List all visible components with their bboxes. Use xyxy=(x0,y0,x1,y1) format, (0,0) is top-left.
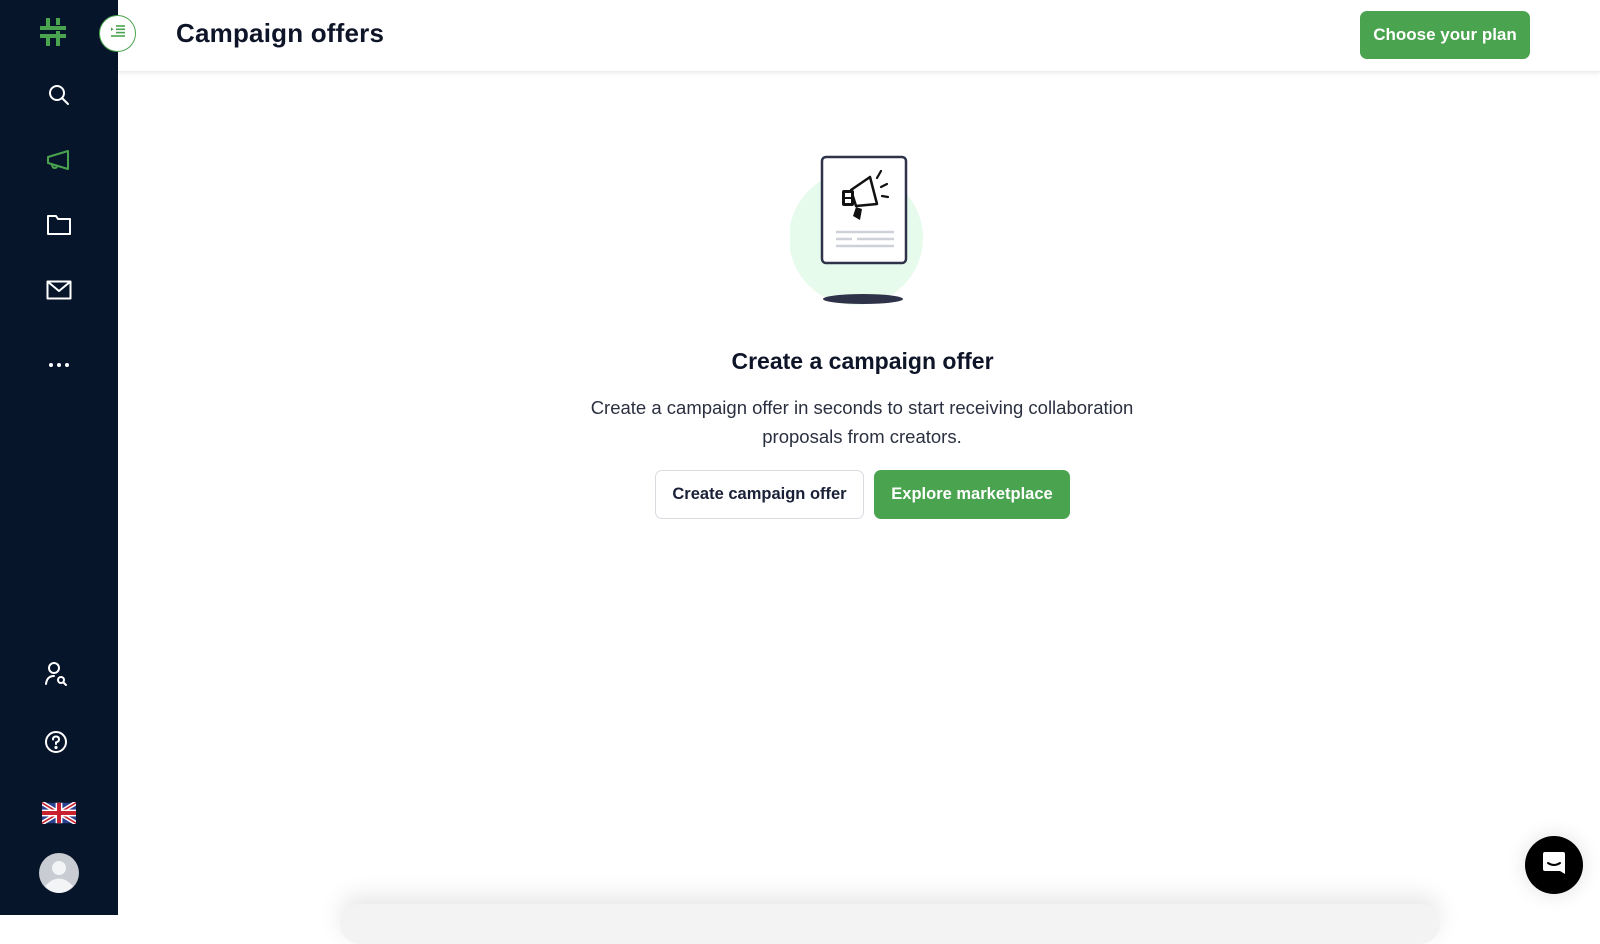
empty-state-description: Create a campaign offer in seconds to st… xyxy=(590,397,1134,447)
menu-collapse-icon xyxy=(110,24,126,43)
sidebar-item-language[interactable] xyxy=(0,800,118,826)
explore-marketplace-button[interactable]: Explore marketplace xyxy=(874,470,1070,519)
help-icon xyxy=(44,730,68,754)
megaphone-icon xyxy=(46,148,72,172)
mail-icon xyxy=(46,280,72,300)
uk-flag-icon xyxy=(42,802,76,824)
search-icon xyxy=(47,83,71,107)
more-icon xyxy=(48,362,70,368)
choose-plan-button[interactable]: Choose your plan xyxy=(1360,11,1530,59)
sidebar-item-campaigns[interactable] xyxy=(0,145,118,175)
sidebar-item-folders[interactable] xyxy=(0,210,118,240)
sidebar-collapse-button[interactable] xyxy=(99,15,136,52)
empty-state-illustration xyxy=(789,150,930,310)
sidebar-item-messages[interactable] xyxy=(0,275,118,305)
sidebar-item-profile[interactable] xyxy=(0,853,118,893)
folder-icon xyxy=(46,214,72,236)
sidebar-item-more[interactable] xyxy=(0,350,118,380)
user-search-icon xyxy=(44,661,68,687)
sidebar-item-find-creators[interactable] xyxy=(0,659,115,689)
page-title: Campaign offers xyxy=(176,18,385,48)
chat-support-button[interactable] xyxy=(1525,836,1583,894)
sidebar-item-help[interactable] xyxy=(0,727,115,757)
top-header: Campaign offers Choose your plan xyxy=(118,0,1600,72)
create-campaign-offer-button[interactable]: Create campaign offer xyxy=(655,470,864,519)
empty-state-title: Create a campaign offer xyxy=(731,348,994,374)
bottom-drawer-panel[interactable] xyxy=(340,904,1440,944)
avatar xyxy=(39,853,79,893)
sidebar xyxy=(0,0,118,915)
empty-state-actions: Create campaign offer Explore marketplac… xyxy=(655,470,1070,519)
hashtag-logo[interactable] xyxy=(0,14,112,50)
sidebar-item-search[interactable] xyxy=(0,80,118,110)
chat-icon xyxy=(1541,850,1567,881)
